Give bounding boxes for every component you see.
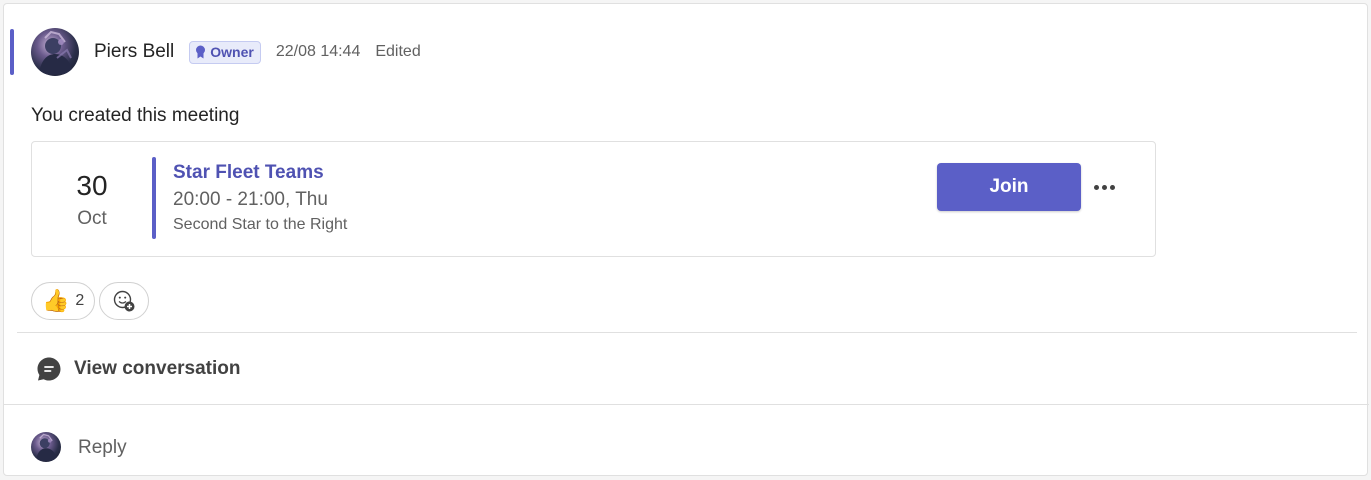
- join-button[interactable]: Join: [937, 163, 1081, 211]
- owner-badge-label: Owner: [210, 44, 254, 60]
- channel-post: Piers Bell Owner 22/08 14:44 Edited You …: [3, 3, 1369, 476]
- meeting-card[interactable]: 30 Oct Star Fleet Teams 20:00 - 21:00, T…: [31, 141, 1156, 257]
- emoji-add-icon: [114, 290, 135, 312]
- meeting-date-month: Oct: [77, 208, 107, 229]
- post-accent-bar: [10, 29, 14, 75]
- reply-avatar: [31, 432, 61, 462]
- divider: [4, 404, 1369, 405]
- meeting-title[interactable]: Star Fleet Teams: [173, 161, 347, 185]
- author-name[interactable]: Piers Bell: [94, 41, 174, 63]
- post-timestamp: 22/08 14:44: [275, 43, 361, 60]
- reactions-bar: 👍 2: [31, 282, 150, 320]
- meeting-date: 30 Oct: [32, 166, 152, 232]
- edited-label: Edited: [375, 43, 421, 60]
- meeting-location: Second Star to the Right: [173, 216, 348, 233]
- more-options-dot: [1109, 184, 1115, 190]
- view-conversation-label: View conversation: [74, 358, 241, 379]
- award-ribbon-icon: [196, 45, 206, 59]
- reply-button[interactable]: Reply: [78, 437, 127, 459]
- thumbs-up-icon: 👍: [42, 288, 70, 313]
- meeting-info: Star Fleet Teams 20:00 - 21:00, Thu Seco…: [173, 161, 347, 235]
- reaction-count: 2: [75, 292, 85, 309]
- chat-bubble-icon: [37, 357, 61, 381]
- add-reaction-button[interactable]: [99, 282, 150, 320]
- meeting-time: 20:00 - 21:00, Thu: [173, 189, 328, 210]
- post-header: Piers Bell Owner 22/08 14:44 Edited: [94, 40, 421, 64]
- owner-badge: Owner: [189, 40, 261, 64]
- view-conversation-link[interactable]: View conversation: [36, 356, 241, 382]
- more-options-dot: [1093, 184, 1099, 190]
- more-options-dot: [1101, 184, 1107, 190]
- post-message: You created this meeting: [31, 105, 240, 126]
- divider: [17, 332, 1357, 333]
- avatar[interactable]: [31, 28, 79, 76]
- meeting-accent-bar: [152, 157, 156, 239]
- avatar-image: [39, 30, 73, 74]
- more-options-icon[interactable]: [1091, 175, 1117, 199]
- reaction-thumbs-up[interactable]: 👍 2: [31, 282, 96, 320]
- meeting-date-day: 30: [76, 170, 108, 201]
- avatar-image: [36, 433, 58, 461]
